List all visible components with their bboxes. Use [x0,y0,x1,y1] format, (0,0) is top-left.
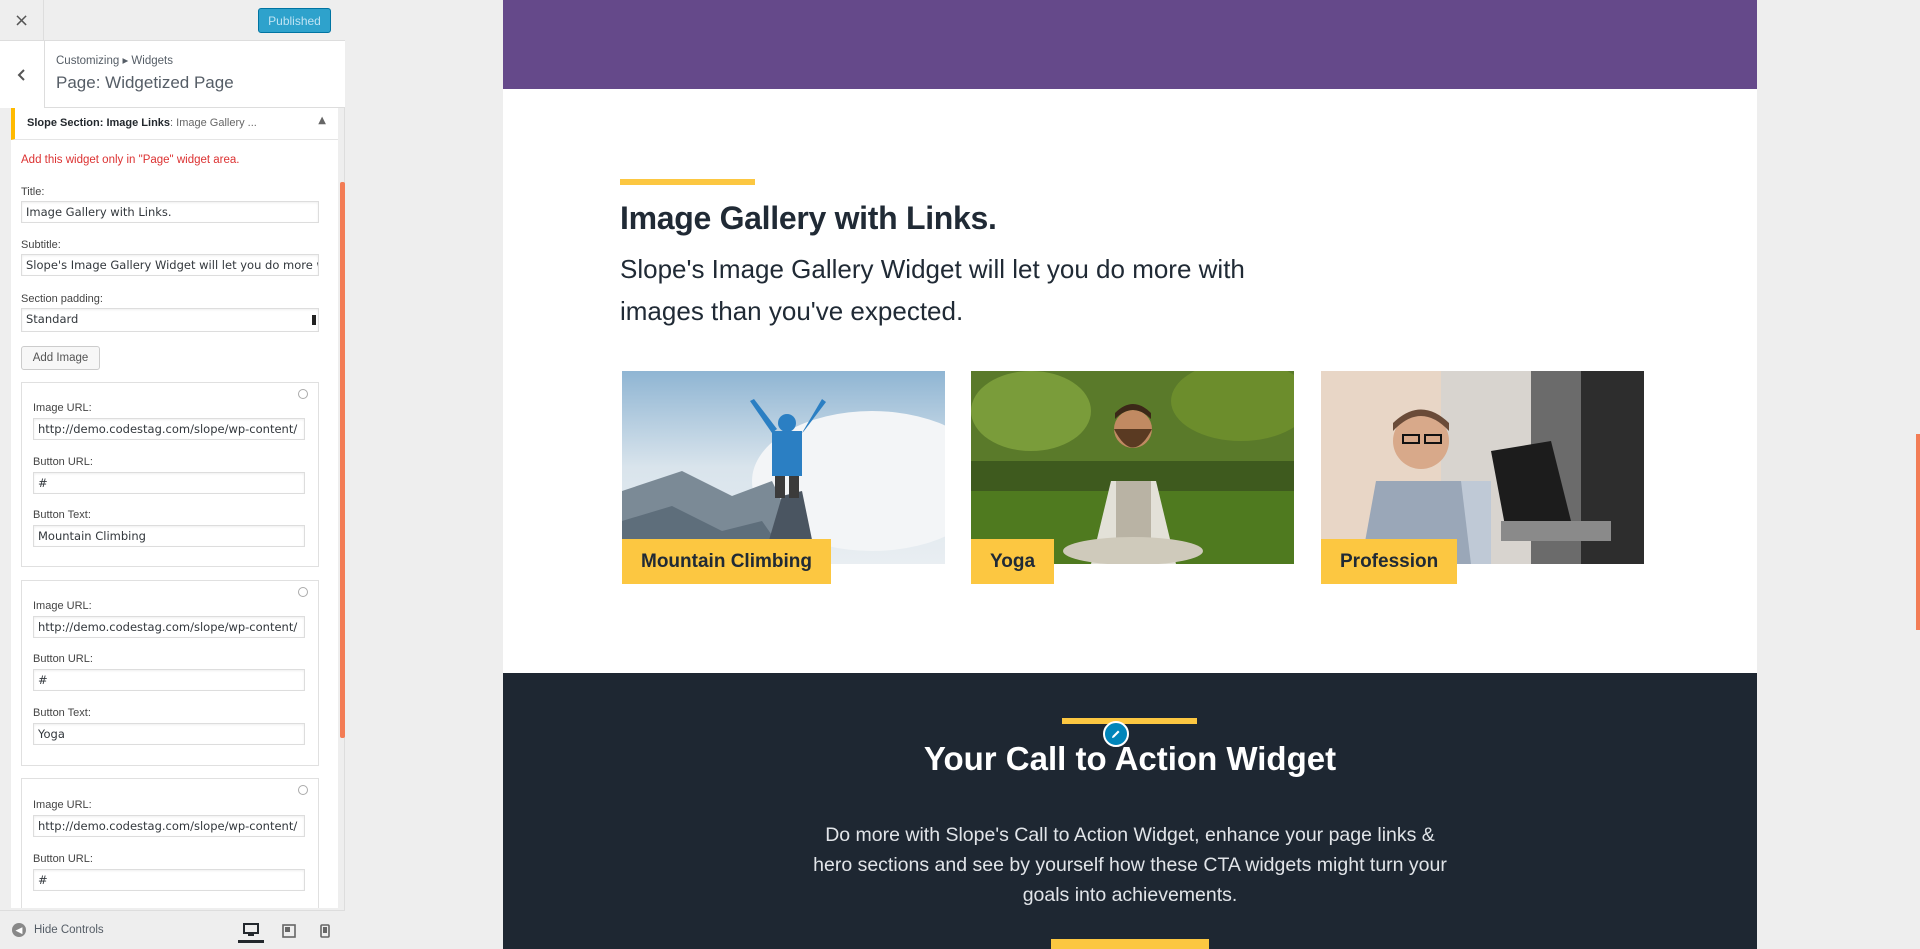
button-text-label: Button Text: [33,707,91,719]
hide-controls-button[interactable]: ◀ Hide Controls [12,923,104,937]
button-url-label: Button URL: [33,853,93,865]
site-preview: Image Gallery with Links. Slope's Image … [503,0,1757,949]
gallery-button-yoga[interactable]: Yoga [971,539,1055,584]
collapse-icon: ◀ [12,923,26,937]
section-accent-bar [620,179,755,185]
button-text-label: Button Text: [33,509,91,521]
purple-section [503,0,1757,89]
close-customizer-button[interactable]: × [0,0,44,41]
gallery-image-yoga[interactable] [971,371,1294,564]
image-url-label: Image URL: [33,799,92,811]
remove-circle-icon[interactable] [298,587,308,597]
customizer-sidebar: × Published Customizing ▸ Widgets Page: … [0,0,345,949]
remove-circle-icon[interactable] [298,389,308,399]
subtitle-input[interactable]: Slope's Image Gallery Widget will let yo… [21,254,319,276]
button-text-input[interactable]: Mountain Climbing [33,525,305,547]
widget-form: Slope Section: Image Links: Image Galler… [11,108,338,908]
image-url-input[interactable]: http://demo.codestag.com/slope/wp-conten… [33,815,305,837]
widget-title-suffix: : Image Gallery ... [170,117,257,129]
gallery-subtitle: Slope's Image Gallery Widget will let yo… [620,254,1245,326]
chevron-left-icon [17,68,25,81]
button-url-input[interactable]: # [33,669,305,691]
cta-accent-bar [1062,718,1197,724]
mountain-climber-image [622,371,945,564]
cta-description: Do more with Slope's Call to Action Widg… [813,824,1447,906]
section-padding-value: Standard [26,312,79,326]
publish-button[interactable]: Published [258,8,331,33]
gallery-button-profession[interactable]: Profession [1321,539,1458,584]
image-card: Image URL: http://demo.codestag.com/slop… [21,382,319,567]
desktop-preview-button[interactable] [238,919,264,943]
image-url-label: Image URL: [33,402,92,414]
gallery-button-mountain-climbing[interactable]: Mountain Climbing [622,539,831,584]
subtitle-label: Subtitle: [21,239,61,251]
section-padding-select[interactable]: Standard [21,308,319,332]
title-label: Title: [21,186,45,198]
image-card: Image URL: http://demo.codestag.com/slop… [21,580,319,766]
tablet-preview-button[interactable] [276,919,302,943]
hide-controls-label: Hide Controls [34,924,104,936]
back-button[interactable] [0,41,45,108]
gallery-image-mountain[interactable] [622,371,945,564]
gallery-image-profession[interactable] [1321,371,1644,564]
button-url-input[interactable]: # [33,472,305,494]
gallery-title: Image Gallery with Links. [620,200,997,236]
image-card: Image URL: http://demo.codestag.com/slop… [21,778,319,908]
panel-title: Page: Widgetized Page [56,73,234,92]
sidebar-scrollbar[interactable] [340,182,345,738]
section-padding-label: Section padding: [21,293,103,305]
select-arrow-icon [312,315,316,325]
caret-up-icon[interactable]: ▲ [318,115,326,126]
widget-title: Slope Section: Image Links: Image Galler… [27,117,257,129]
button-url-label: Button URL: [33,456,93,468]
cta-button[interactable] [1051,939,1209,949]
button-url-label: Button URL: [33,653,93,665]
customizer-topbar: × Published [0,0,345,41]
cta-title: Your Call to Action Widget [923,740,1337,777]
tablet-icon [282,924,296,938]
pencil-icon [1112,730,1120,738]
customizer-footer: ◀ Hide Controls [0,910,345,949]
add-image-button[interactable]: Add Image [21,346,100,370]
widget-notice: Add this widget only in "Page" widget ar… [21,154,240,166]
panel-header: Customizing ▸ Widgets Page: Widgetized P… [0,41,345,108]
mobile-preview-button[interactable] [312,919,338,943]
preview-scroll-indicator [1916,434,1920,630]
image-url-label: Image URL: [33,600,92,612]
image-url-input[interactable]: http://demo.codestag.com/slope/wp-conten… [33,616,305,638]
button-url-input[interactable]: # [33,869,305,891]
yoga-meditation-image [971,371,1294,564]
widget-title-name: Slope Section: Image Links [27,117,171,129]
remove-circle-icon[interactable] [298,785,308,795]
professional-office-image [1321,371,1644,564]
breadcrumb: Customizing ▸ Widgets [56,55,173,67]
title-input[interactable]: Image Gallery with Links. [21,201,319,223]
desktop-icon [243,922,259,936]
image-url-input[interactable]: http://demo.codestag.com/slope/wp-conten… [33,418,305,440]
widget-header[interactable]: Slope Section: Image Links: Image Galler… [11,108,338,140]
button-text-input[interactable]: Yoga [33,723,305,745]
mobile-icon [320,924,330,938]
